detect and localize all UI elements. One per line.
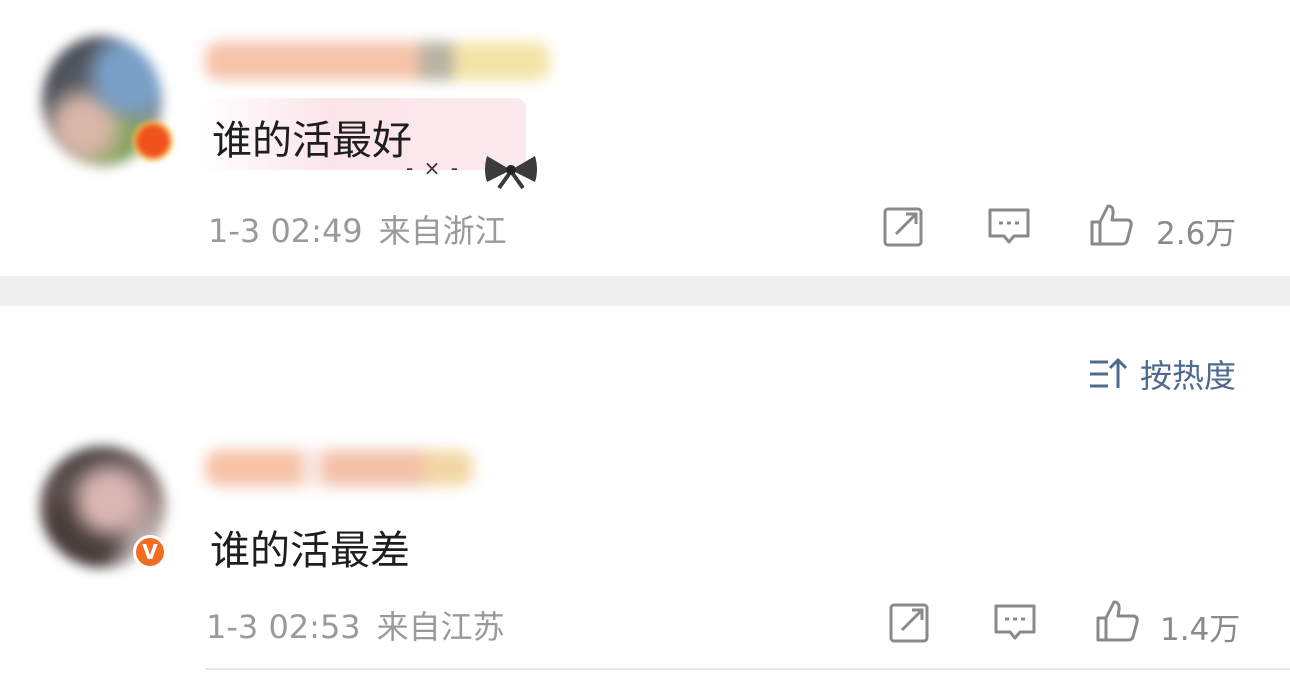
verified-badge-icon <box>136 124 170 158</box>
repost-icon[interactable] <box>886 600 932 646</box>
section-separator <box>0 276 1290 306</box>
thumbs-up-icon[interactable] <box>1094 598 1140 644</box>
like-count: 1.4万 <box>1160 612 1241 648</box>
comment-feed: 谁的活最好 - × - 1-3 02:49 来自浙江 2.6万 按热度 V 谁的活… <box>0 0 1290 680</box>
thumbs-up-icon[interactable] <box>1088 202 1134 248</box>
sort-label: 按热度 <box>1140 357 1237 395</box>
comment-meta: 1-3 02:53 来自江苏 <box>206 602 505 648</box>
comment-icon[interactable] <box>986 204 1032 250</box>
sort-toggle-button[interactable]: 按热度 <box>1088 352 1236 396</box>
username-redacted[interactable] <box>205 450 473 486</box>
comment-location: 来自江苏 <box>376 608 505 646</box>
comment-time: 1-3 02:53 <box>206 608 361 646</box>
comment-meta: 1-3 02:49 来自浙江 <box>208 206 507 252</box>
comment-icon[interactable] <box>992 600 1038 646</box>
divider <box>206 668 1290 670</box>
repost-icon[interactable] <box>880 204 926 250</box>
verified-badge-icon: V <box>133 535 167 569</box>
comment-text: 谁的活最好 <box>212 118 412 164</box>
like-count: 2.6万 <box>1156 216 1237 252</box>
username-redacted[interactable] <box>205 42 550 80</box>
comment-location: 来自浙江 <box>378 212 507 250</box>
sort-icon <box>1090 357 1128 388</box>
comment-text: 谁的活最差 <box>210 528 410 574</box>
bubble-decoration: - × - <box>406 156 460 180</box>
comment-time: 1-3 02:49 <box>208 212 363 250</box>
bow-icon <box>485 156 537 190</box>
